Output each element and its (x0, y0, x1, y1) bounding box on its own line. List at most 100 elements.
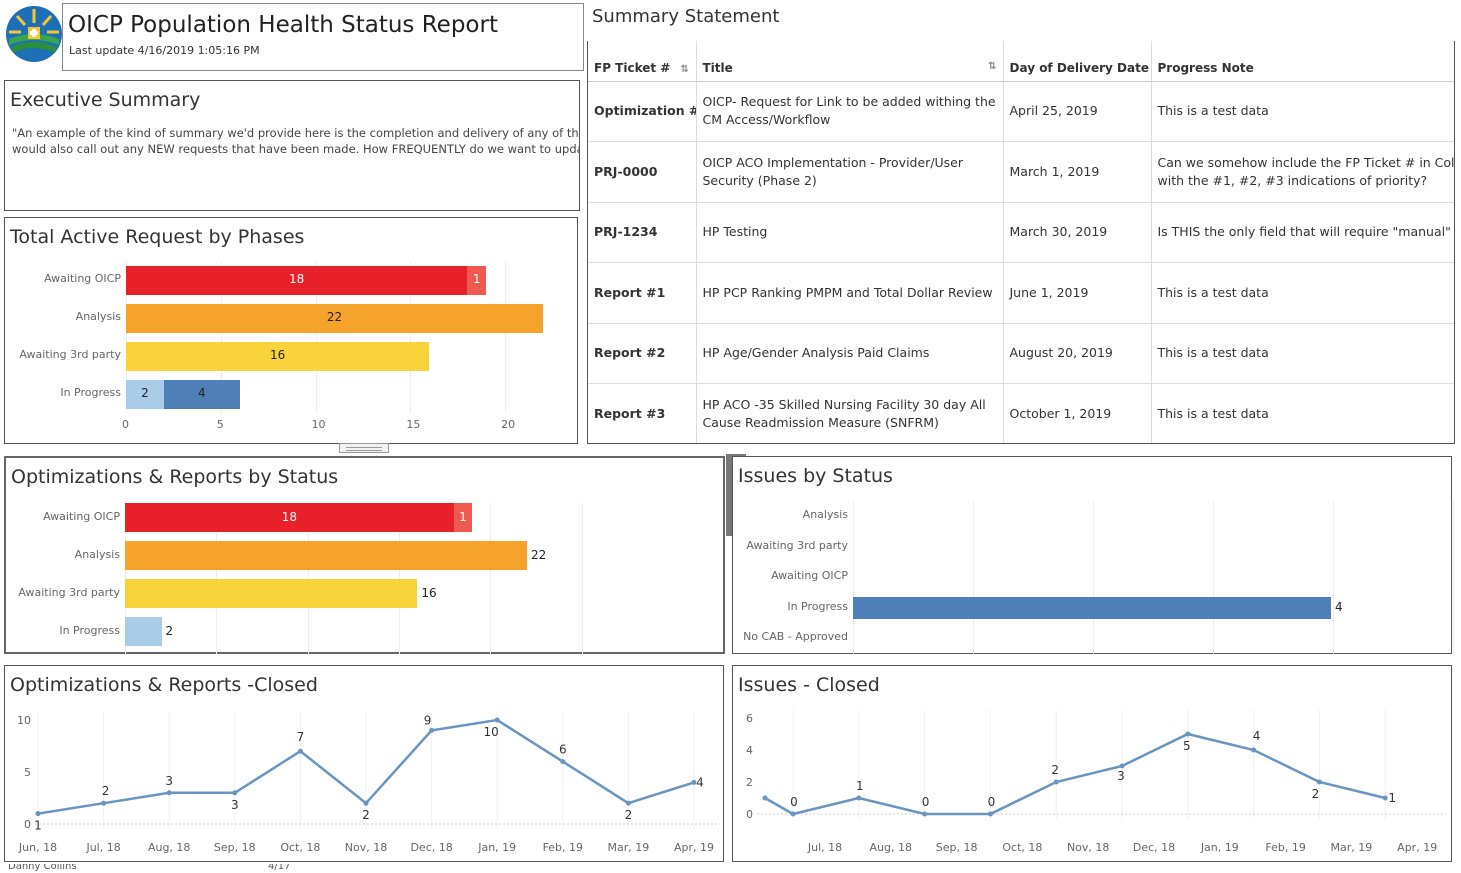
bar-value-label: 4 (197, 386, 206, 400)
sort-icon[interactable]: ⇅ (681, 64, 689, 75)
data-point[interactable] (1053, 779, 1059, 785)
report-header: OICP Population Health Status Report Las… (62, 3, 584, 71)
cell-text: Is THIS the only field that will require… (1157, 224, 1455, 240)
gridline (1213, 501, 1214, 654)
column-header-title[interactable]: Title ⇅ (696, 41, 1004, 82)
total-active-request-chart: Total Active Request by Phases Awaiting … (4, 217, 578, 444)
x-tick-label: 10 (311, 418, 326, 431)
bar[interactable] (853, 596, 1331, 619)
cell-text: Can we somehow include the FP Ticket # i… (1157, 154, 1455, 170)
bar-value-label: 22 (326, 310, 343, 324)
data-label: 1 (34, 819, 42, 833)
cell-text: OICP ACO Implementation - Provider/User (702, 154, 964, 170)
cell-text: Optimization #3 (594, 103, 695, 119)
table-cell-delivery-date: October 1, 2019 (1003, 383, 1152, 443)
last-update-timestamp: Last update 4/16/2019 1:05:16 PM (69, 44, 260, 57)
category-label: In Progress (59, 623, 120, 637)
optimizations-status-chart[interactable]: Optimizations & Reports by Status Awaiti… (4, 456, 725, 655)
x-tick-label: Jul, 18 (85, 841, 120, 854)
category-label: No CAB - Approved (743, 630, 848, 644)
data-label: 0 (922, 795, 930, 809)
table-cell-ticket: PRJ-0000 (588, 141, 697, 203)
gridline (505, 261, 507, 413)
category-label: Awaiting OICP (43, 509, 120, 523)
sort-icon[interactable]: ⇅ (988, 61, 996, 72)
data-point[interactable] (1119, 763, 1125, 769)
cell-text: Cause Readmission Measure (SNFRM) (702, 414, 939, 430)
series-line[interactable] (764, 732, 1386, 816)
bar[interactable] (125, 541, 527, 570)
data-point[interactable] (625, 800, 631, 806)
data-point[interactable] (429, 727, 435, 733)
category-label: Analysis (74, 547, 120, 561)
table-row[interactable]: Report #3 HP ACO -35 Skilled Nursing Faci… (588, 383, 1454, 443)
data-label: 1 (856, 779, 864, 793)
gridline (1453, 501, 1454, 654)
x-tick-label: Sep, 18 (214, 841, 256, 854)
cell-text: This is a test data (1157, 284, 1269, 300)
data-label: 1 (1388, 791, 1396, 805)
column-header-date[interactable]: Day of Delivery Date (1003, 41, 1152, 82)
bar-value-label: 18 (288, 272, 305, 286)
bar-value-label: 1 (472, 272, 481, 286)
data-label: 3 (165, 774, 173, 788)
data-point[interactable] (101, 800, 107, 806)
table-row[interactable]: Report #2 HP Age/Gender Analysis Paid Cla… (588, 323, 1454, 384)
data-point[interactable] (166, 790, 172, 796)
cell-text: OICP- Request for Link to be added withi… (702, 94, 996, 110)
data-point[interactable] (856, 795, 862, 801)
table-cell-ticket: Report #3 (588, 383, 697, 443)
data-label: 3 (1117, 769, 1125, 783)
data-label: 9 (424, 713, 432, 727)
cell-text: June 1, 2019 (1009, 284, 1089, 300)
data-point[interactable] (35, 811, 41, 817)
gridline (1333, 501, 1334, 654)
x-tick-label: Apr, 19 (674, 841, 714, 854)
table-cell-title: HP Age/Gender Analysis Paid Claims (696, 323, 1004, 384)
column-header-note[interactable]: Progress Note (1151, 41, 1454, 82)
data-point[interactable] (494, 717, 500, 723)
table-row[interactable]: PRJ-1234 HP Testing March 30, 2019 Is THIS … (588, 202, 1455, 263)
data-point[interactable] (297, 748, 303, 754)
data-point[interactable] (987, 811, 993, 817)
x-tick-label: Jan, 19 (477, 841, 516, 854)
table-row[interactable]: PRJ-0000 OICP ACO Implementation - Provid… (588, 141, 1455, 203)
x-tick-label: Sep, 18 (936, 841, 978, 854)
bar[interactable] (125, 579, 418, 608)
cell-text: CM Access/Workflow (702, 112, 831, 128)
data-point[interactable] (762, 795, 768, 801)
column-header-ticket[interactable]: FP Ticket # ⇅ (588, 41, 697, 82)
table-cell-ticket: PRJ-1234 (588, 202, 697, 263)
y-tick-label: 0 (746, 808, 753, 821)
gridline (490, 503, 492, 655)
data-point[interactable] (1316, 779, 1322, 785)
summary-statement-table[interactable]: FP Ticket # ⇅ Title ⇅ Day of Delivery Dat… (587, 41, 1455, 444)
summary-statement-title: Summary Statement (592, 6, 780, 27)
cell-text: HP ACO -35 Skilled Nursing Facility 30 d… (702, 396, 986, 412)
category-label: In Progress (60, 386, 121, 399)
data-point[interactable] (790, 811, 796, 817)
table-row[interactable]: Optimization #3 OICP- Request for Link to… (588, 81, 1454, 142)
x-tick-label: Nov, 18 (345, 841, 387, 854)
bar-value-label: 2 (165, 623, 174, 638)
cell-text: This is a test data (1157, 405, 1269, 421)
table-cell-ticket: Report #1 (588, 262, 697, 324)
category-label: In Progress (787, 599, 848, 613)
table-cell-progress-note: This is a test data (1151, 383, 1454, 443)
data-point[interactable] (1251, 747, 1257, 753)
resize-handle[interactable] (339, 443, 389, 453)
x-tick-label: Jan, 19 (1200, 841, 1239, 854)
data-point[interactable] (232, 790, 238, 796)
cell-text: October 1, 2019 (1009, 405, 1112, 421)
footer-date: 4/17 (268, 864, 291, 872)
data-point[interactable] (1382, 795, 1388, 801)
table-cell-ticket: Report #2 (588, 323, 697, 384)
data-point[interactable] (922, 811, 928, 817)
table-row[interactable]: Report #1 HP PCP Ranking PMPM and Total D… (588, 262, 1454, 324)
bar-value-label: 4 (1335, 599, 1343, 614)
data-point[interactable] (1185, 731, 1191, 737)
data-point[interactable] (560, 759, 566, 765)
data-point[interactable] (363, 800, 369, 806)
data-label: 2 (1051, 763, 1059, 777)
bar[interactable] (125, 617, 162, 646)
